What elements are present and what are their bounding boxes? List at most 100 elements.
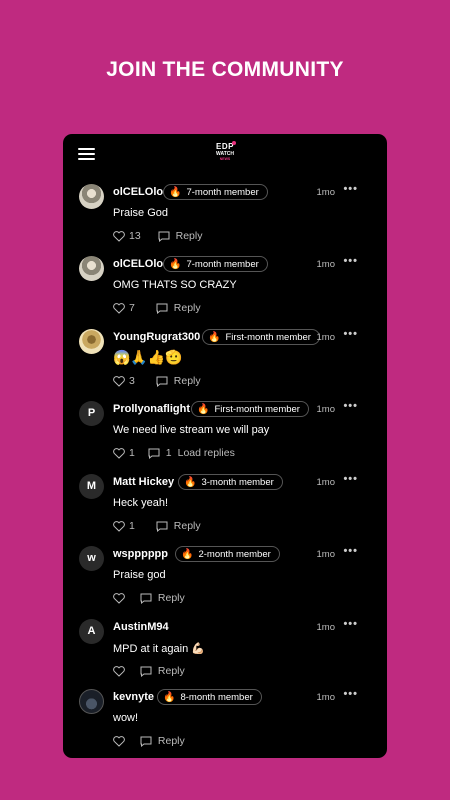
reply-button[interactable]: Reply [156, 375, 201, 387]
like-button[interactable] [113, 735, 125, 747]
comment-text: wow! [113, 712, 139, 724]
reply-label: Reply [175, 230, 203, 243]
comment-bubble-icon [158, 231, 170, 242]
badge-label: First-month member [225, 332, 311, 343]
more-options-icon[interactable]: ••• [343, 688, 358, 700]
hamburger-menu-icon[interactable] [78, 148, 95, 160]
username[interactable]: YoungRugrat300 [113, 331, 200, 343]
timestamp: 1mo [316, 404, 335, 415]
timestamp: 1mo [316, 187, 335, 198]
like-count: 13 [129, 230, 141, 243]
member-badge: 🔥 7-month member [163, 184, 268, 200]
avatar[interactable] [79, 689, 104, 714]
username[interactable]: olCELOlo [113, 186, 163, 198]
comment-bubble-icon [156, 303, 168, 314]
member-badge: 🔥 First-month member [202, 329, 320, 345]
comment-bubble-icon [140, 736, 152, 747]
heart-icon [113, 666, 125, 677]
avatar[interactable] [79, 256, 104, 281]
comment-bubble-icon [156, 376, 168, 387]
fire-icon: 🔥 [181, 549, 194, 560]
username[interactable]: olCELOlo [113, 258, 163, 270]
comment-bubble-icon [156, 521, 168, 532]
fire-icon: 🔥 [169, 259, 182, 270]
like-button[interactable] [113, 665, 125, 677]
avatar[interactable]: P [79, 401, 104, 426]
timestamp: 1mo [316, 477, 335, 488]
reply-button[interactable]: Reply [140, 592, 185, 604]
member-badge: 🔥 3-month member [178, 474, 283, 490]
timestamp: 1mo [316, 622, 335, 633]
comment-text: Praise God [113, 207, 169, 219]
username[interactable]: wspppppp [113, 548, 168, 560]
comment-text: MPD at it again 💪🏻 [113, 643, 205, 655]
member-badge: 🔥 First-month member [191, 401, 309, 417]
reply-button[interactable]: Reply [156, 520, 201, 532]
member-badge: 🔥 7-month member [163, 256, 268, 272]
replies-button[interactable]: 1 Load replies [148, 447, 235, 459]
comment-bubble-icon [148, 448, 160, 459]
logo-line3: NEWS [219, 157, 231, 161]
reply-label: Reply [157, 592, 185, 605]
more-options-icon[interactable]: ••• [343, 545, 358, 557]
avatar[interactable]: A [79, 619, 104, 644]
member-badge: 🔥 8-month member [157, 689, 262, 705]
reply-button[interactable]: Reply [140, 665, 185, 677]
more-options-icon[interactable]: ••• [343, 618, 358, 630]
reply-button[interactable]: Reply [158, 230, 203, 243]
reply-count: 1 [165, 447, 172, 460]
like-count: 7 [129, 302, 135, 315]
load-replies-link[interactable]: Load replies [178, 447, 235, 459]
like-button[interactable]: 3 [113, 375, 135, 387]
comment-bubble-icon [140, 593, 152, 604]
heart-icon [113, 231, 125, 242]
headline: JOIN THE COMMUNITY [106, 58, 344, 81]
reply-label: Reply [173, 302, 201, 315]
avatar[interactable] [79, 184, 104, 209]
heart-icon [113, 593, 125, 604]
like-button[interactable]: 7 [113, 302, 135, 314]
avatar[interactable]: M [79, 474, 104, 499]
username[interactable]: AustinM94 [113, 621, 169, 633]
reply-button[interactable]: Reply [156, 302, 201, 314]
timestamp: 1mo [316, 259, 335, 270]
logo-accent [232, 141, 236, 145]
like-count: 1 [129, 447, 135, 460]
badge-label: 3-month member [201, 477, 274, 488]
comment-text: We need live stream we will pay [113, 424, 270, 436]
heart-icon [113, 303, 125, 314]
reply-label: Reply [173, 375, 201, 388]
badge-label: 8-month member [180, 692, 253, 703]
badge-label: 7-month member [186, 187, 259, 198]
app-logo: EDP WATCH NEWS [211, 141, 239, 167]
more-options-icon[interactable]: ••• [343, 255, 358, 267]
like-button[interactable]: 13 [113, 230, 141, 242]
comment-text: Praise god [113, 569, 166, 581]
timestamp: 1mo [316, 692, 335, 703]
avatar[interactable]: w [79, 546, 104, 571]
like-button[interactable]: 1 [113, 520, 135, 532]
fire-icon: 🔥 [197, 404, 210, 415]
reply-button[interactable]: Reply [140, 735, 185, 747]
heart-icon [113, 521, 125, 532]
more-options-icon[interactable]: ••• [343, 183, 358, 195]
username[interactable]: Matt Hickey [113, 476, 174, 488]
more-options-icon[interactable]: ••• [343, 400, 358, 412]
more-options-icon[interactable]: ••• [343, 473, 358, 485]
username[interactable]: kevnyte [113, 691, 154, 703]
badge-label: 2-month member [198, 549, 271, 560]
badge-label: First-month member [214, 404, 300, 415]
comment-text: 😱🙏👍🫡 [113, 349, 183, 365]
like-button[interactable] [113, 592, 125, 604]
avatar[interactable] [79, 329, 104, 354]
username[interactable]: Prollyonaflight [113, 403, 190, 415]
top-bar: EDP WATCH NEWS [63, 134, 387, 174]
comment-text: OMG THATS SO CRAZY [113, 279, 237, 291]
fire-icon: 🔥 [208, 332, 221, 343]
like-count: 3 [129, 375, 135, 388]
comment-bubble-icon [140, 666, 152, 677]
more-options-icon[interactable]: ••• [343, 328, 358, 340]
fire-icon: 🔥 [184, 477, 197, 488]
like-count: 1 [129, 520, 135, 533]
like-button[interactable]: 1 [113, 447, 135, 459]
